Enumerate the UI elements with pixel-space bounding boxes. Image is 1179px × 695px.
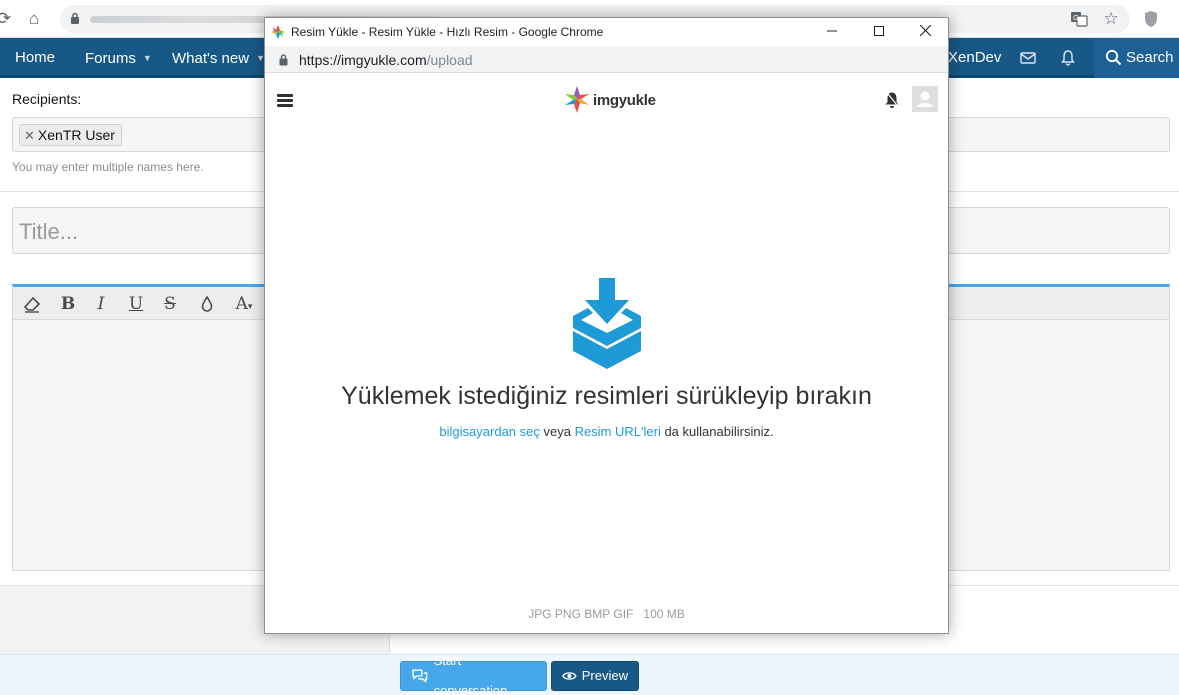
bold-icon[interactable]: B <box>57 293 79 315</box>
nav-user-label: XenDev <box>948 49 1002 66</box>
nav-home-label: Home <box>15 49 56 66</box>
remove-token-icon[interactable]: ✕ <box>24 128 35 143</box>
popup-titlebar[interactable]: Resim Yükle - Resim Yükle - Hızlı Resim … <box>265 18 948 46</box>
image-url-link[interactable]: Resim URL'leri <box>575 424 661 439</box>
imgyukle-logo-icon <box>565 86 589 113</box>
popup-window-title: Resim Yükle - Resim Yükle - Hızlı Resim … <box>291 25 604 39</box>
alerts-bell-icon[interactable] <box>1059 49 1077 67</box>
preview-button[interactable]: Preview <box>551 661 639 691</box>
nav-user-account[interactable]: XenDev <box>948 38 1001 78</box>
or-text: veya <box>539 424 575 439</box>
recipient-token-label: XenTR User <box>37 127 115 143</box>
form-footer: Start conversation Preview <box>0 653 1179 695</box>
font-size-icon[interactable]: A▾ <box>229 293 259 315</box>
search-icon <box>1105 49 1122 66</box>
format-list: JPG PNG BMP GIF <box>528 607 634 621</box>
home-icon[interactable]: ⌂ <box>24 9 44 29</box>
imgyukle-favicon-icon <box>271 25 285 39</box>
close-icon <box>919 24 931 37</box>
nav-search[interactable]: Search <box>1094 38 1179 78</box>
chevron-down-icon[interactable]: ▼ <box>143 53 152 63</box>
italic-icon[interactable]: I <box>90 293 112 315</box>
start-conversation-button[interactable]: Start conversation <box>400 653 547 695</box>
bookmark-star-icon[interactable]: ☆ <box>1101 9 1121 29</box>
nav-whats-new-label: What's new <box>172 50 250 67</box>
lock-icon <box>71 12 79 24</box>
logo-text: imgyukle <box>593 91 656 109</box>
maximize-button[interactable] <box>856 18 902 46</box>
inbox-envelope-icon[interactable] <box>1019 49 1037 67</box>
user-silhouette-icon <box>917 91 933 107</box>
nav-search-label: Search <box>1126 49 1174 66</box>
recipients-label: Recipients: <box>12 91 82 107</box>
text-color-drop-icon[interactable] <box>196 293 218 315</box>
max-file-size: 100 MB <box>643 607 685 621</box>
notification-bell-icon[interactable] <box>883 91 901 109</box>
extension-shield-icon[interactable] <box>1144 10 1158 28</box>
minimize-button[interactable] <box>809 18 855 46</box>
choose-from-computer-link[interactable]: bilgisayardan seç <box>439 424 539 439</box>
site-header: imgyukle <box>265 73 948 123</box>
upload-heading: Yüklemek istediğiniz resimleri sürükleyi… <box>341 382 872 410</box>
maximize-icon <box>874 26 884 36</box>
upload-popup-window[interactable]: Resim Yükle - Resim Yükle - Hızlı Resim … <box>264 17 949 634</box>
upload-tray-icon[interactable] <box>555 276 659 372</box>
underline-icon[interactable]: U <box>125 293 147 315</box>
url-host: https://imgyukle.com <box>299 52 427 68</box>
nav-forums-label: Forums <box>85 50 136 67</box>
nav-forums[interactable]: Forums ▼ <box>85 38 152 78</box>
eye-icon <box>562 672 577 680</box>
user-avatar[interactable] <box>912 86 938 112</box>
recipients-hint: You may enter multiple names here. <box>12 160 204 174</box>
supported-formats: JPG PNG BMP GIF 100 MB <box>265 607 948 621</box>
close-button[interactable] <box>902 18 948 46</box>
site-logo[interactable]: imgyukle <box>564 86 656 114</box>
nav-whats-new[interactable]: What's new ▼ <box>172 38 265 78</box>
minimize-icon <box>827 30 837 32</box>
reload-icon[interactable]: ⟳ <box>0 9 14 29</box>
upload-subtext: bilgisayardan seç veya Resim URL'leri da… <box>265 424 948 439</box>
lock-icon <box>279 54 288 66</box>
preview-label: Preview <box>581 668 628 683</box>
recipient-token[interactable]: ✕ XenTR User <box>19 124 122 146</box>
svg-text:G: G <box>1073 14 1078 22</box>
popup-address-bar[interactable]: https://imgyukle.com/upload <box>265 46 948 73</box>
popup-url: https://imgyukle.com/upload <box>299 52 473 68</box>
start-conversation-label: Start conversation <box>433 653 508 695</box>
tail-text: da kullanabilirsiniz. <box>660 424 774 439</box>
url-path: /upload <box>426 52 473 68</box>
hamburger-menu-icon[interactable] <box>277 94 293 108</box>
comments-icon <box>412 669 428 683</box>
eraser-icon[interactable] <box>21 293 43 315</box>
strikethrough-icon[interactable]: S <box>159 293 181 315</box>
translate-icon[interactable]: G <box>1070 10 1088 28</box>
nav-home[interactable]: Home <box>15 38 55 78</box>
